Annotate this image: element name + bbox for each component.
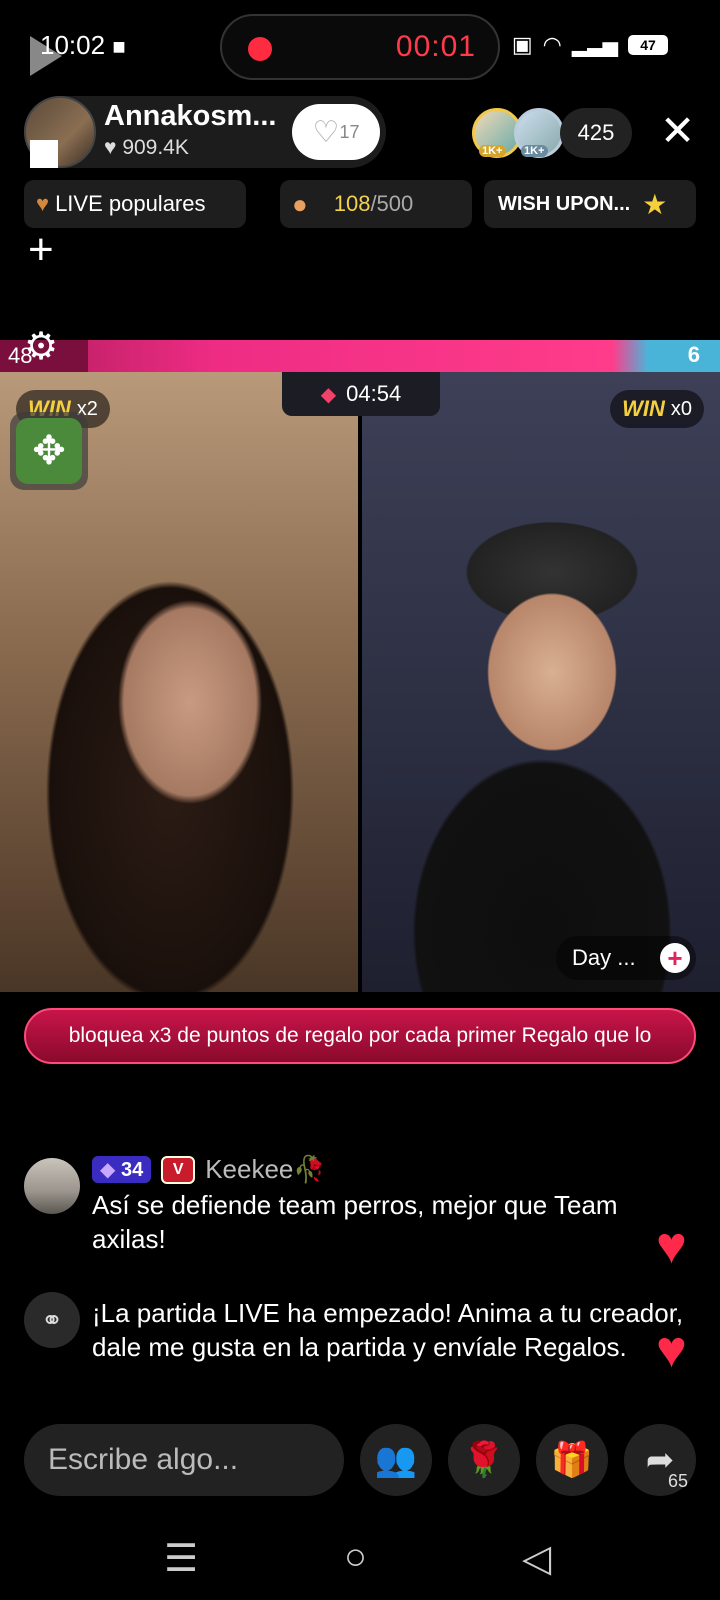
planet-icon: ● <box>292 188 308 219</box>
handshake-icon: ⚭ <box>24 1292 80 1348</box>
status-icons: ▣ ◠ ▂▃▅ 47 <box>512 32 668 58</box>
host-likes-count: 909.4K <box>122 136 189 159</box>
viewer-badge: 1K+ <box>521 145 548 157</box>
follow-count: 17 <box>339 121 360 142</box>
clock-text: 10:02 <box>40 30 106 60</box>
host-likes: ♥ 909.4K <box>104 136 189 160</box>
share-count: 65 <box>667 1471 688 1491</box>
image-icon: ▣ <box>511 32 533 57</box>
screen-recording-pill[interactable]: 00:01 <box>220 14 500 80</box>
goal-current: 108 <box>333 191 371 216</box>
follow-plus-icon[interactable]: + <box>660 943 690 973</box>
comment-avatar[interactable] <box>24 1158 80 1214</box>
v-badge: V <box>161 1155 196 1184</box>
follow-heart-button[interactable]: ♡ 17 <box>292 104 380 160</box>
home-circle-icon[interactable]: ○ <box>344 1536 367 1579</box>
promo-banner-text: bloquea x3 de puntos de regalo por cada … <box>68 1024 652 1047</box>
comment-input-placeholder: Escribe algo... <box>48 1443 239 1476</box>
promo-banner[interactable]: bloquea x3 de puntos de regalo por cada … <box>24 1008 696 1064</box>
goal-chip[interactable]: ● 108 /500 <box>280 180 472 228</box>
wish-label: WISH UPON... <box>498 192 631 215</box>
diamond-icon: ◆ <box>100 1159 116 1181</box>
gear-icon[interactable]: ⚙ <box>24 324 58 369</box>
comment-text: Así se defiende team perros, mejor que T… <box>92 1190 618 1254</box>
broken-heart-icon: ♥ <box>36 191 50 216</box>
menu-icon[interactable]: ☰ <box>164 1536 198 1581</box>
live-ranking-label: LIVE populares <box>55 191 206 216</box>
star-icon: ★ <box>642 188 668 220</box>
viewer-badge: 1K+ <box>479 145 506 157</box>
status-time: 10:02 ■ <box>40 30 126 61</box>
live-ranking-chip[interactable]: ♥ LIVE populares <box>24 180 246 228</box>
add-icon[interactable]: + <box>28 228 54 272</box>
heart-outline-icon: ♡ <box>312 115 340 149</box>
opponent-name-pill[interactable]: Day ... + <box>556 936 696 980</box>
floating-heart-icon: ♥ <box>656 1321 687 1379</box>
level-badge: ◆ 34 <box>92 1156 152 1183</box>
host-info-pill[interactable]: Annakosm... ♥ 909.4K ♡ 17 <box>24 96 386 168</box>
signal-icon: ▂▃▅ <box>571 34 618 57</box>
rose-gift-button[interactable]: 🌹 <box>448 1424 520 1496</box>
gift-icon: 🎁 <box>550 1441 594 1479</box>
right-video-feed[interactable] <box>362 372 720 992</box>
right-win-badge: WIN x0 <box>610 390 704 428</box>
battery-icon: 47 <box>628 35 668 55</box>
top-viewer-avatar[interactable]: 1K+ <box>514 108 564 158</box>
goal-total: /500 <box>370 191 414 216</box>
close-icon[interactable]: ✕ <box>660 110 695 152</box>
wifi-icon: ◠ <box>542 32 562 57</box>
host-name: Annakosm... <box>104 100 277 132</box>
record-dot-icon <box>248 37 272 61</box>
video-camera-icon: ■ <box>112 34 126 59</box>
wish-chip[interactable]: WISH UPON... ★ <box>484 180 696 228</box>
stop-square-icon <box>30 140 58 168</box>
rose-icon: 🌹 <box>462 1441 506 1479</box>
share-button[interactable]: ➦ 65 <box>624 1424 696 1496</box>
floating-heart-icon: ♥ <box>656 1217 687 1275</box>
back-triangle-icon[interactable]: ◁ <box>522 1536 551 1581</box>
comment-badges: ◆ 34 V Keekee🥀 <box>92 1154 326 1185</box>
comment-username[interactable]: Keekee🥀 <box>205 1154 326 1185</box>
gift-button[interactable]: 🎁 <box>536 1424 608 1496</box>
top-viewers[interactable]: 1K+ 1K+ <box>472 108 564 158</box>
win-label: WIN <box>622 396 665 421</box>
guest-invite-button[interactable]: 👥 <box>360 1424 432 1496</box>
comment-input[interactable]: Escribe algo... <box>24 1424 344 1496</box>
battle-timer: ◆ 04:54 <box>282 372 440 416</box>
system-message: ¡La partida LIVE ha empezado! Anima a tu… <box>92 1298 684 1362</box>
win-multiplier: x0 <box>670 397 692 420</box>
recording-timer: 00:01 <box>395 30 476 63</box>
video-divider <box>358 372 362 992</box>
battle-icon: ◆ <box>320 383 337 406</box>
timer-text: 04:54 <box>346 381 402 406</box>
level-number: 34 <box>120 1159 144 1181</box>
right-score: 6 <box>687 342 700 367</box>
move-arrows-icon: ✥ <box>16 418 82 484</box>
heart-icon: ♥ <box>104 136 117 159</box>
people-icon: 👥 <box>374 1441 418 1479</box>
viewer-count[interactable]: 425 <box>560 108 632 158</box>
opponent-name: Day ... <box>572 945 636 970</box>
battle-score-bar <box>0 340 720 372</box>
floating-move-widget[interactable]: ✥ <box>10 412 88 490</box>
